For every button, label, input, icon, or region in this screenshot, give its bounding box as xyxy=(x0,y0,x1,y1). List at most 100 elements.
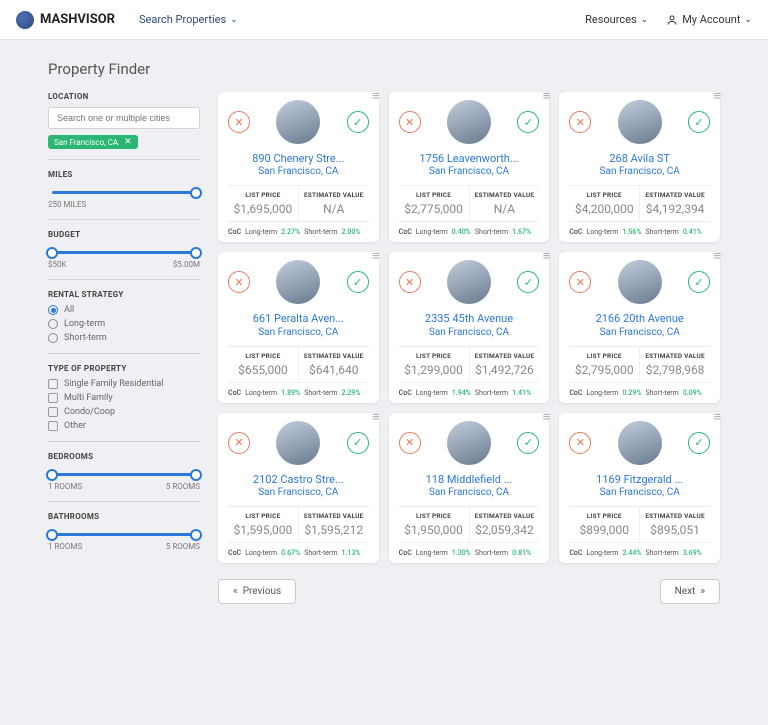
menu-icon[interactable]: ≡ xyxy=(543,94,550,101)
reject-button[interactable]: ✕ xyxy=(399,432,421,454)
reject-button[interactable]: ✕ xyxy=(228,432,250,454)
budget-slider[interactable] xyxy=(52,251,196,254)
property-address[interactable]: 1169 Fitzgerald ... xyxy=(569,473,710,487)
property-card[interactable]: ≡ ✕ ✓ 2335 45th Avenue San Francisco, CA… xyxy=(389,252,550,402)
est-value-value: $2,059,342 xyxy=(472,523,538,537)
accept-button[interactable]: ✓ xyxy=(347,271,369,293)
list-price-value: $655,000 xyxy=(230,363,296,377)
list-price-value: $899,000 xyxy=(571,523,637,537)
coc-label: CoC xyxy=(399,389,412,397)
property-address[interactable]: 1756 Leavenworth... xyxy=(399,152,540,166)
longterm-value: 0.29% xyxy=(622,389,641,397)
menu-icon[interactable]: ≡ xyxy=(543,415,550,422)
close-icon[interactable]: ✕ xyxy=(124,137,132,147)
property-card[interactable]: ≡ ✕ ✓ 2166 20th Avenue San Francisco, CA… xyxy=(559,252,720,402)
reject-button[interactable]: ✕ xyxy=(569,271,591,293)
menu-icon[interactable]: ≡ xyxy=(372,254,379,261)
property-card[interactable]: ≡ ✕ ✓ 661 Peralta Aven... San Francisco,… xyxy=(218,252,379,402)
property-image xyxy=(447,421,491,465)
slider-thumb-min[interactable] xyxy=(46,469,58,481)
est-value-label: ESTIMATED VALUE xyxy=(301,352,367,360)
est-value-col: ESTIMATED VALUE $1,595,212 xyxy=(299,507,369,542)
menu-icon[interactable]: ≡ xyxy=(713,415,720,422)
reject-button[interactable]: ✕ xyxy=(228,111,250,133)
slider-thumb-max[interactable] xyxy=(190,529,202,541)
property-address[interactable]: 890 Chenery Stre... xyxy=(228,152,369,166)
est-value-label: ESTIMATED VALUE xyxy=(642,352,708,360)
property-address[interactable]: 2166 20th Avenue xyxy=(569,312,710,326)
est-value-label: ESTIMATED VALUE xyxy=(642,191,708,199)
property-address[interactable]: 2102 Castro Stre... xyxy=(228,473,369,487)
property-address[interactable]: 661 Peralta Aven... xyxy=(228,312,369,326)
proptype-check-single[interactable]: Single Family Residential xyxy=(48,379,200,389)
property-card[interactable]: ≡ ✕ ✓ 1169 Fitzgerald ... San Francisco,… xyxy=(559,413,720,563)
property-card[interactable]: ≡ ✕ ✓ 2102 Castro Stre... San Francisco,… xyxy=(218,413,379,563)
miles-slider[interactable] xyxy=(52,191,196,194)
rental-radio-short[interactable]: Short-term xyxy=(48,333,200,343)
accept-button[interactable]: ✓ xyxy=(347,111,369,133)
menu-icon[interactable]: ≡ xyxy=(372,94,379,101)
accept-button[interactable]: ✓ xyxy=(688,271,710,293)
menu-icon[interactable]: ≡ xyxy=(713,254,720,261)
est-value-label: ESTIMATED VALUE xyxy=(301,191,367,199)
slider-thumb-min[interactable] xyxy=(46,247,58,259)
accept-button[interactable]: ✓ xyxy=(517,432,539,454)
nav-resources[interactable]: Resources ⌄ xyxy=(585,13,648,26)
nav-search-properties[interactable]: Search Properties ⌄ xyxy=(139,13,238,26)
rental-radio-all[interactable]: All xyxy=(48,305,200,315)
accept-button[interactable]: ✓ xyxy=(347,432,369,454)
coc-row: CoC Long-term 1.56% Short-term 0.41% xyxy=(569,222,710,236)
proptype-check-other[interactable]: Other xyxy=(48,421,200,431)
reject-button[interactable]: ✕ xyxy=(228,271,250,293)
accept-button[interactable]: ✓ xyxy=(688,111,710,133)
bedrooms-slider[interactable] xyxy=(52,473,196,476)
bathrooms-range: 1 ROOMS 5 ROOMS xyxy=(48,542,200,551)
next-button[interactable]: Next » xyxy=(660,579,720,604)
slider-thumb-min[interactable] xyxy=(46,529,58,541)
menu-icon[interactable]: ≡ xyxy=(543,254,550,261)
property-card[interactable]: ≡ ✕ ✓ 890 Chenery Stre... San Francisco,… xyxy=(218,92,379,242)
filter-label-proptype: TYPE OF PROPERTY xyxy=(48,364,200,373)
list-price-value: $2,775,000 xyxy=(401,202,467,216)
coc-row: CoC Long-term 2.27% Short-term 2.00% xyxy=(228,222,369,236)
bathrooms-slider[interactable] xyxy=(52,533,196,536)
menu-icon[interactable]: ≡ xyxy=(372,415,379,422)
accept-button[interactable]: ✓ xyxy=(517,271,539,293)
property-address[interactable]: 118 Middlefield ... xyxy=(399,473,540,487)
coc-row: CoC Long-term 1.89% Short-term 2.29% xyxy=(228,383,369,397)
reject-button[interactable]: ✕ xyxy=(569,432,591,454)
shortterm-label: Short-term xyxy=(304,228,337,236)
price-row: LIST PRICE $1,299,000 ESTIMATED VALUE $1… xyxy=(399,346,540,383)
property-card[interactable]: ≡ ✕ ✓ 118 Middlefield ... San Francisco,… xyxy=(389,413,550,563)
reject-button[interactable]: ✕ xyxy=(569,111,591,133)
rental-radio-list: All Long-term Short-term xyxy=(48,305,200,343)
logo[interactable]: MASHVISOR xyxy=(16,11,115,29)
nav-my-account[interactable]: My Account ⌄ xyxy=(666,13,752,26)
previous-button[interactable]: « Previous xyxy=(218,579,296,604)
location-chip[interactable]: San Francisco, CA ✕ xyxy=(48,135,138,149)
accept-button[interactable]: ✓ xyxy=(688,432,710,454)
est-value-value: $895,051 xyxy=(642,523,708,537)
property-image xyxy=(276,100,320,144)
reject-button[interactable]: ✕ xyxy=(399,271,421,293)
shortterm-label: Short-term xyxy=(646,228,679,236)
slider-thumb[interactable] xyxy=(190,187,202,199)
card-top: ✕ ✓ xyxy=(569,260,710,304)
property-card[interactable]: ≡ ✕ ✓ 268 Avila ST San Francisco, CA LIS… xyxy=(559,92,720,242)
accept-button[interactable]: ✓ xyxy=(517,111,539,133)
location-search-input[interactable] xyxy=(48,107,200,129)
property-address[interactable]: 268 Avila ST xyxy=(569,152,710,166)
shortterm-value: 1.67% xyxy=(512,228,531,236)
rental-radio-long[interactable]: Long-term xyxy=(48,319,200,329)
property-address[interactable]: 2335 45th Avenue xyxy=(399,312,540,326)
shortterm-label: Short-term xyxy=(304,389,337,397)
slider-thumb-max[interactable] xyxy=(190,469,202,481)
menu-icon[interactable]: ≡ xyxy=(713,94,720,101)
property-image xyxy=(276,421,320,465)
est-value-value: N/A xyxy=(472,202,538,216)
proptype-check-multi[interactable]: Multi Family xyxy=(48,393,200,403)
property-card[interactable]: ≡ ✕ ✓ 1756 Leavenworth... San Francisco,… xyxy=(389,92,550,242)
slider-thumb-max[interactable] xyxy=(190,247,202,259)
proptype-check-condo[interactable]: Condo/Coop xyxy=(48,407,200,417)
reject-button[interactable]: ✕ xyxy=(399,111,421,133)
